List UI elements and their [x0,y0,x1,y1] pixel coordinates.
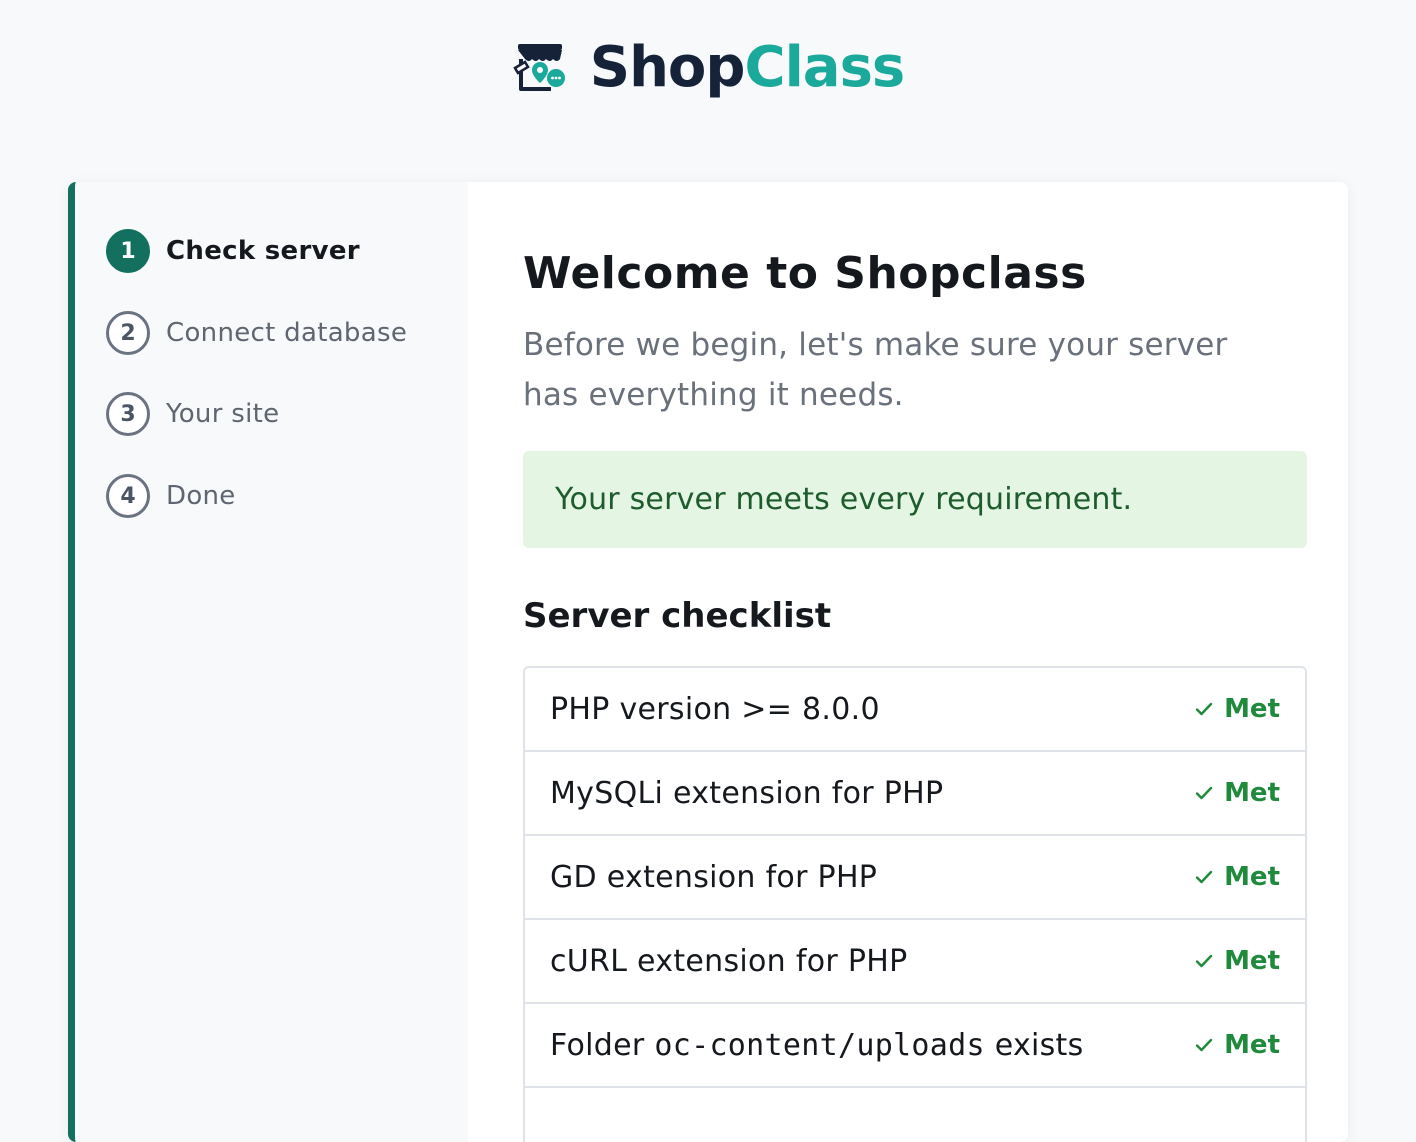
step-label: Connect database [166,318,408,348]
step-number: 1 [106,229,150,273]
label-prefix: Folder [550,1027,655,1063]
page-title: Welcome to Shopclass [523,248,1087,299]
checklist-label: MySQLi extension for PHP [550,775,944,811]
step-done: 4 Done [106,474,236,518]
server-checklist: PHP version >= 8.0.0 Met MySQLi extensio… [523,666,1307,1142]
check-icon [1195,1038,1213,1052]
brand-wordmark: ShopClass [590,40,906,96]
check-icon [1195,702,1213,716]
checklist-row: Folder oc-content/uploads exists Met [525,1004,1305,1088]
status-text: Met [1224,946,1280,976]
section-title: Server checklist [523,596,832,636]
status-text: Met [1224,862,1280,892]
step-number: 2 [106,311,150,355]
status-badge: Met [1194,946,1280,976]
checklist-label: PHP version >= 8.0.0 [550,691,880,727]
brand-name-part1: Shop [589,35,746,100]
checklist-row [525,1088,1305,1142]
checklist-label: cURL extension for PHP [550,943,908,979]
step-connect-database: 2 Connect database [106,311,407,355]
status-badge: Met [1194,694,1280,724]
checklist-row: PHP version >= 8.0.0 Met [525,668,1305,752]
status-badge: Met [1194,778,1280,808]
checklist-label: GD extension for PHP [550,859,878,895]
step-label: Check server [166,236,360,266]
checklist-label: Folder oc-content/uploads exists [550,1028,1084,1063]
checklist-row: GD extension for PHP Met [525,836,1305,920]
step-number: 3 [106,392,150,436]
success-alert: Your server meets every requirement. [523,451,1307,548]
step-label: Your site [166,399,280,429]
intro-text: Before we begin, let's make sure your se… [523,327,1228,413]
status-text: Met [1224,1030,1280,1060]
step-check-server: 1 Check server [106,229,360,273]
checklist-row: cURL extension for PHP Met [525,920,1305,1004]
folder-path: oc-content/uploads [654,1027,985,1063]
installer-card: 1 Check server 2 Connect database 3 Your… [68,182,1348,1142]
step-sidebar: 1 Check server 2 Connect database 3 Your… [75,182,468,1142]
step-number: 4 [106,474,150,518]
brand-name-part2: Class [744,35,906,100]
checklist-row: MySQLi extension for PHP Met [525,752,1305,836]
label-suffix: exists [984,1027,1084,1063]
status-text: Met [1224,694,1280,724]
check-icon [1195,870,1213,884]
status-badge: Met [1194,1030,1280,1060]
status-badge: Met [1194,862,1280,892]
step-label: Done [166,481,236,511]
step-your-site: 3 Your site [106,392,279,436]
check-icon [1195,954,1213,968]
storefront-icon [513,44,565,91]
status-text: Met [1224,778,1280,808]
check-icon [1195,786,1213,800]
brand-header: ShopClass [0,40,1416,96]
